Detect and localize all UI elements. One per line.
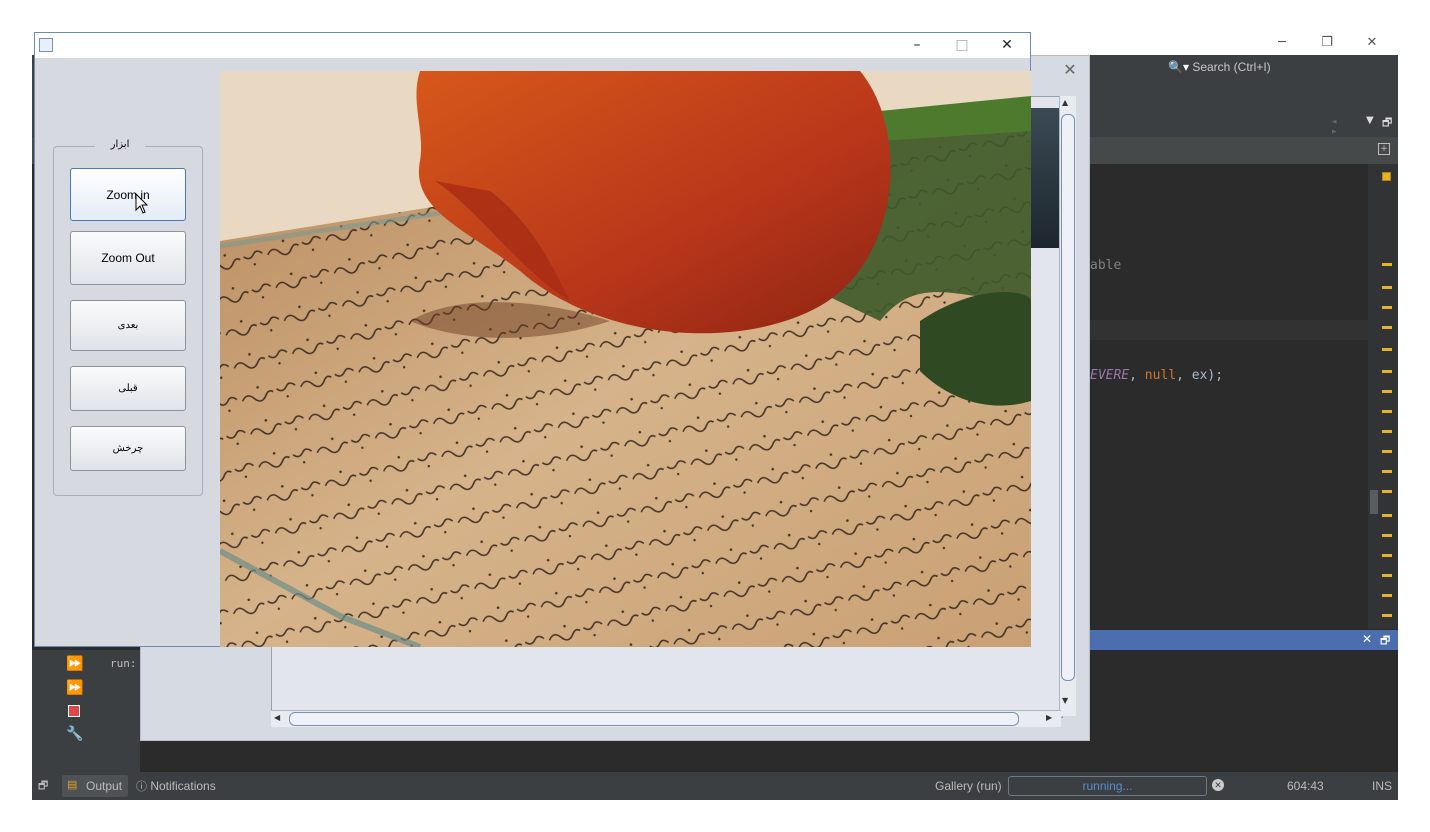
rerun-icon[interactable]: ⏩ (66, 656, 83, 672)
scroll-up-icon[interactable]: ▲ (1062, 98, 1068, 107)
annotation-mark[interactable] (1382, 450, 1392, 453)
displayed-photo[interactable] (220, 71, 1031, 647)
close-button[interactable]: ✕ (985, 33, 1029, 58)
notifications-tab[interactable]: ⓘ Notifications (136, 772, 216, 800)
tools-group-title: ابزار (95, 139, 145, 150)
ide-search-input[interactable]: 🔍▾ Search (Ctrl+I) (1168, 57, 1328, 77)
stop-icon[interactable] (68, 705, 80, 717)
java-app-icon (39, 38, 53, 52)
output-tab-label: Output (86, 779, 123, 793)
current-line-highlight (1090, 320, 1368, 340)
output-panel-header: ✕ 🗗 (1090, 630, 1398, 650)
close-icon[interactable]: ✕ (1362, 632, 1372, 646)
notifications-label: Notifications (150, 779, 216, 793)
annotation-mark[interactable] (1382, 490, 1392, 493)
annotation-mark[interactable] (1382, 574, 1392, 577)
scroll-down-icon[interactable]: ▼ (1062, 696, 1068, 705)
progress-text: running... (1082, 779, 1133, 793)
code-token: , ex); (1176, 368, 1224, 383)
task-label: Gallery (run) (935, 779, 1002, 793)
annotation-mark[interactable] (1382, 286, 1392, 289)
vertical-scrollbar[interactable]: ▲ ▼ (1059, 96, 1076, 716)
next-button[interactable]: بعدی (70, 300, 186, 351)
output-tab[interactable]: ▤ Output (62, 775, 128, 797)
search-icon: 🔍▾ (1168, 60, 1193, 74)
viewer-titlebar: – □ ✕ (35, 33, 1030, 58)
info-icon: ⓘ (136, 781, 147, 793)
horizontal-scrollbar[interactable]: ◀ ▶ (271, 710, 1061, 727)
annotation-mark[interactable] (1382, 410, 1392, 413)
nav-arrows-icon[interactable]: ◂ ▸ (1332, 117, 1342, 137)
previous-button[interactable]: قبلی (70, 366, 186, 411)
editor-scrollbar-thumb[interactable] (1370, 490, 1378, 514)
scroll-left-icon[interactable]: ◀ (274, 713, 280, 722)
code-token-null: null (1144, 368, 1177, 383)
annotation-mark[interactable] (1382, 370, 1392, 373)
annotation-mark[interactable] (1382, 348, 1392, 351)
maximize-button[interactable]: □ (940, 33, 984, 58)
output-icon: ▤ (67, 779, 78, 791)
ide-close-button[interactable]: ✕ (1350, 32, 1394, 55)
restore-window-icon[interactable]: 🗗 (1382, 114, 1392, 133)
cancel-task-icon[interactable]: ✕ (1212, 779, 1224, 791)
code-token-keyword: EVERE (1090, 368, 1130, 383)
annotation-mark[interactable] (1382, 514, 1392, 517)
insert-mode[interactable]: INS (1372, 772, 1392, 800)
annotation-mark[interactable] (1382, 430, 1392, 433)
warning-marker-icon[interactable] (1382, 172, 1391, 181)
output-text: run: (110, 657, 137, 670)
expand-icon[interactable]: + (1378, 143, 1390, 155)
close-icon[interactable]: ✕ (1059, 60, 1081, 80)
annotation-mark[interactable] (1382, 390, 1392, 393)
annotation-mark[interactable] (1382, 614, 1392, 617)
annotation-mark[interactable] (1382, 263, 1392, 266)
ide-restore-button[interactable]: ❐ (1305, 32, 1349, 55)
code-token: , (1129, 368, 1145, 383)
annotation-mark[interactable] (1382, 470, 1392, 473)
mouse-pointer-icon (135, 193, 149, 214)
annotation-mark[interactable] (1382, 326, 1392, 329)
zoom-out-button[interactable]: Zoom Out (70, 231, 186, 285)
annotation-mark[interactable] (1382, 534, 1392, 537)
annotation-mark[interactable] (1382, 594, 1392, 597)
image-viewer-window: – □ ✕ ابزار Zoom in Zoom Out بعدی قبلی چ… (34, 32, 1031, 647)
progress-bar[interactable]: running... (1008, 776, 1207, 796)
annotation-mark[interactable] (1382, 554, 1392, 557)
code-line: able (1090, 258, 1122, 273)
restore-window-icon[interactable]: 🗗 (38, 772, 48, 800)
ide-minimize-button[interactable]: ─ (1260, 32, 1304, 55)
thumbnail-image (1031, 108, 1061, 248)
horizontal-scroll-thumb[interactable] (289, 712, 1019, 726)
ide-statusbar: 🗗 ▤ Output ⓘ Notifications Gallery (run)… (32, 772, 1398, 800)
chevron-down-icon[interactable]: ▼ (1366, 115, 1374, 126)
error-stripe[interactable] (1368, 164, 1398, 629)
search-placeholder: Search (Ctrl+I) (1192, 60, 1271, 74)
annotation-mark[interactable] (1382, 306, 1392, 309)
zoom-in-button[interactable]: Zoom in (70, 168, 186, 221)
scroll-right-icon[interactable]: ▶ (1046, 713, 1052, 722)
code-line: EVERE, null, ex); (1090, 368, 1223, 383)
rerun-with-options-icon[interactable]: ⏩ (66, 680, 83, 696)
vertical-scroll-thumb[interactable] (1061, 114, 1075, 681)
settings-tools-icon[interactable]: 🔧 (66, 726, 83, 742)
restore-window-icon[interactable]: 🗗 (1380, 632, 1390, 651)
minimize-button[interactable]: – (895, 33, 939, 58)
rotate-button[interactable]: چرخش (70, 426, 186, 471)
caret-position: 604:43 (1287, 779, 1324, 793)
rose-on-book-image (220, 71, 1031, 647)
